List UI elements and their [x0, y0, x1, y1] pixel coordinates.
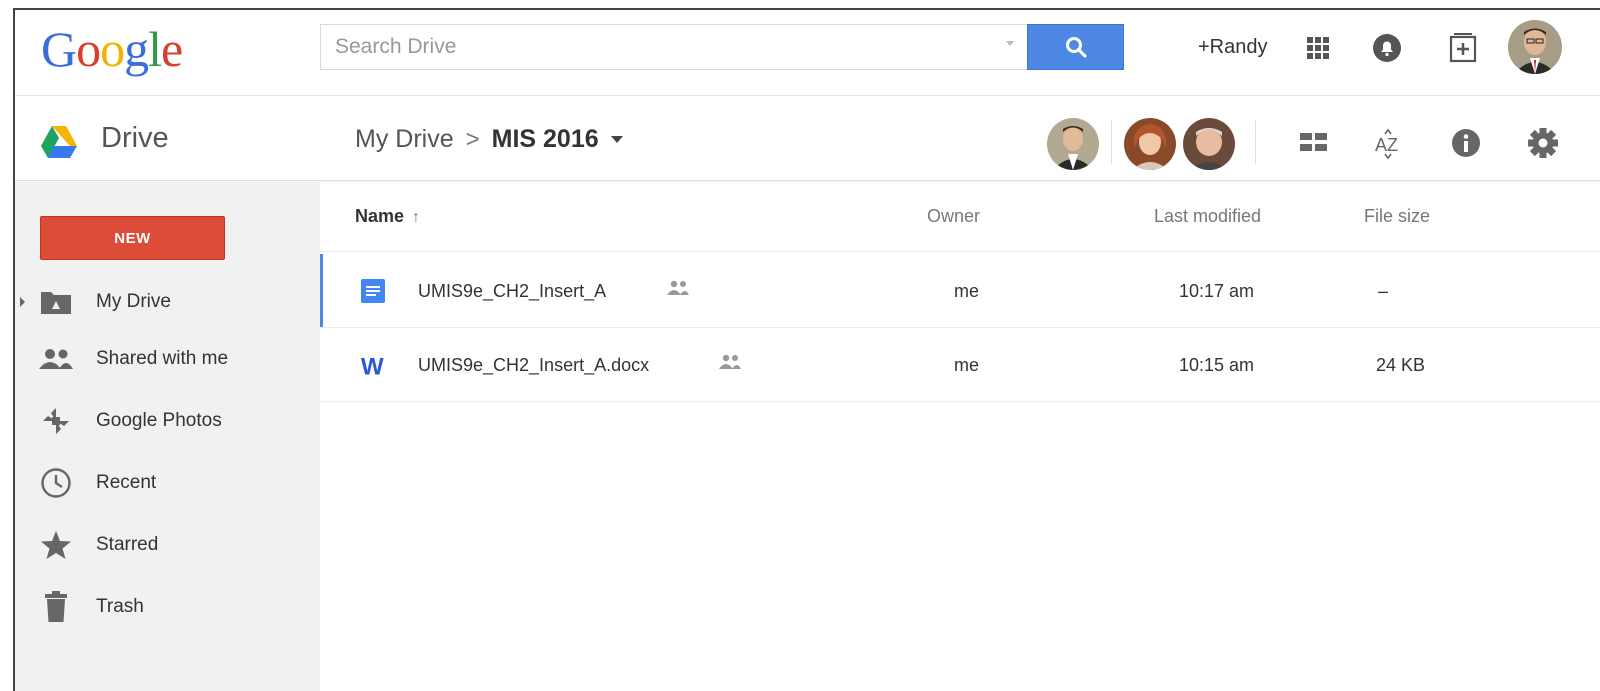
google-logo[interactable]: Google: [41, 20, 183, 78]
search-box: [320, 24, 1028, 70]
sidebar-item-label: Trash: [96, 596, 144, 617]
file-row[interactable]: UMIS9e_CH2_Insert_A me 10:17 am –: [320, 254, 1600, 328]
sidebar-item-label: Shared with me: [96, 348, 229, 369]
file-size: –: [1378, 281, 1389, 301]
sidebar-item-shared-with-me[interactable]: Shared with me: [15, 334, 320, 384]
sidebar-item-label: Starred: [96, 534, 159, 555]
grid-view-icon[interactable]: [1295, 124, 1333, 162]
shared-people-icon: [666, 280, 690, 301]
sort-arrow-icon[interactable]: ↑: [412, 209, 420, 226]
collaborator-avatar[interactable]: [1124, 118, 1176, 170]
sidebar-item-my-drive[interactable]: My Drive: [15, 277, 320, 327]
people-icon: [39, 342, 73, 376]
logo-letter: G: [41, 21, 77, 77]
collaborator-avatar[interactable]: [1047, 118, 1099, 170]
avatar-divider: [1111, 120, 1112, 164]
apps-grid-icon[interactable]: [1298, 28, 1338, 68]
sort-az-icon[interactable]: AZ: [1371, 124, 1409, 162]
notifications-icon[interactable]: [1367, 28, 1407, 68]
sidebar: NEW My Drive Shared with me Google Photo…: [15, 182, 320, 691]
sidebar-item-label: Recent: [96, 472, 157, 493]
drive-folder-icon: [39, 285, 73, 319]
drive-header-bar: Drive My Drive > MIS 2016 AZ: [15, 96, 1600, 181]
expand-arrow-icon[interactable]: [20, 297, 25, 307]
breadcrumb-separator: >: [465, 125, 480, 153]
trash-icon: [39, 590, 73, 624]
logo-letter: g: [124, 21, 149, 77]
info-icon[interactable]: [1447, 124, 1485, 162]
collaborator-avatar[interactable]: [1183, 118, 1235, 170]
app-title: Drive: [101, 122, 169, 154]
file-name: UMIS9e_CH2_Insert_A: [418, 281, 607, 301]
google-doc-icon: [360, 278, 386, 304]
file-size: 24 KB: [1376, 355, 1426, 375]
breadcrumb: My Drive > MIS 2016: [355, 125, 623, 154]
user-profile-link[interactable]: +Randy: [1198, 36, 1268, 59]
new-button[interactable]: NEW: [40, 216, 225, 260]
sidebar-item-label: My Drive: [96, 291, 171, 312]
drive-logo-icon[interactable]: [39, 124, 79, 165]
drive-window: Google +Randy: [13, 8, 1600, 691]
file-last-modified: 10:17 am: [1179, 281, 1255, 301]
search-icon: [1065, 37, 1087, 58]
logo-letter: o: [76, 21, 101, 77]
column-header-file-size[interactable]: File size: [1364, 206, 1430, 227]
column-header-label: Name: [355, 206, 405, 226]
sidebar-item-trash[interactable]: Trash: [15, 582, 320, 632]
sidebar-item-google-photos[interactable]: Google Photos: [15, 396, 320, 446]
logo-letter: e: [161, 21, 183, 77]
svg-text:AZ: AZ: [1375, 135, 1398, 155]
column-header-last-modified[interactable]: Last modified: [1154, 206, 1261, 227]
file-owner: me: [954, 355, 980, 375]
shared-people-icon: [718, 354, 742, 375]
logo-letter: l: [148, 21, 162, 77]
account-avatar[interactable]: [1508, 20, 1562, 74]
file-owner: me: [954, 281, 980, 301]
breadcrumb-root[interactable]: My Drive: [355, 125, 454, 154]
toolbar-divider: [1255, 120, 1256, 164]
search-input[interactable]: [321, 25, 981, 69]
list-header: Name ↑ Owner Last modified File size: [320, 182, 1600, 252]
search-options-caret[interactable]: [1006, 41, 1014, 46]
share-add-icon[interactable]: [1443, 28, 1483, 68]
top-bar: Google +Randy: [15, 10, 1600, 96]
column-header-owner[interactable]: Owner: [927, 206, 980, 227]
folder-menu-caret-icon[interactable]: [610, 136, 623, 143]
column-header-name[interactable]: Name ↑: [355, 206, 420, 227]
file-list: Name ↑ Owner Last modified File size UMIS…: [320, 182, 1600, 691]
svg-text:W: W: [361, 353, 384, 379]
clock-icon: [39, 466, 73, 500]
breadcrumb-current-folder[interactable]: MIS 2016: [492, 125, 599, 154]
file-row[interactable]: W UMIS9e_CH2_Insert_A.docx me 10:15 am 2…: [320, 328, 1600, 402]
star-icon: [39, 528, 73, 562]
sidebar-item-recent[interactable]: Recent: [15, 458, 320, 508]
sidebar-item-label: Google Photos: [96, 410, 222, 431]
photos-pinwheel-icon: [39, 404, 73, 438]
word-doc-icon: W: [360, 352, 386, 379]
sidebar-item-starred[interactable]: Starred: [15, 520, 320, 570]
settings-icon[interactable]: [1524, 124, 1562, 162]
file-name: UMIS9e_CH2_Insert_A.docx: [418, 355, 650, 375]
logo-letter: o: [100, 21, 125, 77]
search-button[interactable]: [1027, 24, 1124, 70]
file-last-modified: 10:15 am: [1179, 355, 1255, 375]
